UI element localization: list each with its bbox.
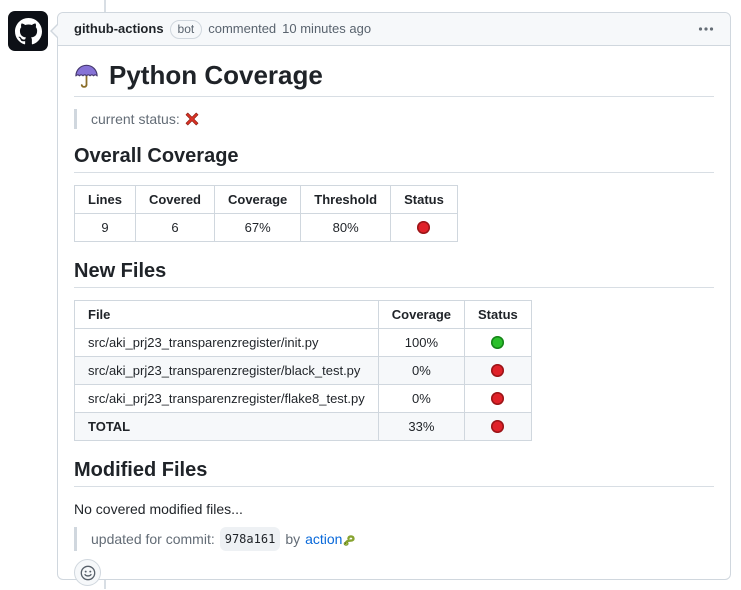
github-logo-icon bbox=[15, 18, 42, 45]
status-dot bbox=[417, 221, 430, 234]
by-label: by bbox=[285, 528, 300, 550]
timestamp-link[interactable]: 10 minutes ago bbox=[282, 20, 371, 38]
commit-note-quote: updated for commit: 978a161 by action bbox=[74, 527, 714, 551]
file-path: src/aki_prj23_transparenzregister/black_… bbox=[75, 357, 379, 385]
author-link[interactable]: github-actions bbox=[74, 20, 164, 38]
commit-sha-chip: 978a161 bbox=[220, 527, 281, 551]
column-header: Threshold bbox=[301, 186, 391, 214]
umbrella-icon bbox=[74, 63, 99, 88]
report-title-text: Python Coverage bbox=[109, 60, 323, 90]
current-status-quote: current status: bbox=[74, 109, 714, 129]
bot-badge: bot bbox=[170, 20, 203, 39]
table-row: src/aki_prj23_transparenzregister/init.p… bbox=[75, 329, 532, 357]
commented-label: commented bbox=[208, 20, 276, 38]
cross-mark-icon bbox=[185, 112, 199, 126]
comment-card: github-actions bot commented 10 minutes … bbox=[57, 12, 731, 580]
new-files-heading: New Files bbox=[74, 260, 714, 288]
table-row: src/aki_prj23_transparenzregister/black_… bbox=[75, 357, 532, 385]
kebab-icon bbox=[698, 21, 714, 37]
bot-avatar[interactable] bbox=[8, 11, 48, 51]
snake-icon bbox=[343, 531, 359, 547]
threshold-value: 80% bbox=[301, 214, 391, 242]
table-row: src/aki_prj23_transparenzregister/flake8… bbox=[75, 385, 532, 413]
column-header: Covered bbox=[135, 186, 214, 214]
table-row-total: TOTAL 33% bbox=[75, 413, 532, 441]
table-header-row: File Coverage Status bbox=[75, 301, 532, 329]
table-row: 9 6 67% 80% bbox=[75, 214, 458, 242]
status-dot bbox=[491, 336, 504, 349]
comment-options-button[interactable] bbox=[698, 19, 714, 39]
coverage-value: 0% bbox=[378, 385, 464, 413]
column-header: Coverage bbox=[215, 186, 301, 214]
table-header-row: Lines Covered Coverage Threshold Status bbox=[75, 186, 458, 214]
status-dot bbox=[491, 392, 504, 405]
file-path: src/aki_prj23_transparenzregister/init.p… bbox=[75, 329, 379, 357]
modified-files-heading: Modified Files bbox=[74, 459, 714, 487]
smiley-icon bbox=[80, 565, 96, 581]
column-header: Lines bbox=[75, 186, 136, 214]
column-header: File bbox=[75, 301, 379, 329]
lines-value: 9 bbox=[75, 214, 136, 242]
coverage-value: 33% bbox=[378, 413, 464, 441]
coverage-value: 67% bbox=[215, 214, 301, 242]
comment-body: Python Coverage current status: Overall … bbox=[58, 46, 730, 590]
reaction-row bbox=[74, 559, 714, 590]
coverage-value: 0% bbox=[378, 357, 464, 385]
overall-coverage-heading: Overall Coverage bbox=[74, 145, 714, 173]
covered-value: 6 bbox=[135, 214, 214, 242]
add-reaction-button[interactable] bbox=[74, 559, 101, 586]
overall-coverage-table: Lines Covered Coverage Threshold Status … bbox=[74, 185, 458, 242]
current-status-label: current status: bbox=[91, 109, 180, 129]
status-dot bbox=[491, 420, 504, 433]
status-dot bbox=[491, 364, 504, 377]
coverage-value: 100% bbox=[378, 329, 464, 357]
comment-header: github-actions bot commented 10 minutes … bbox=[58, 13, 730, 46]
updated-for-commit-label: updated for commit: bbox=[91, 528, 215, 550]
total-label: TOTAL bbox=[75, 413, 379, 441]
file-path: src/aki_prj23_transparenzregister/flake8… bbox=[75, 385, 379, 413]
column-header: Coverage bbox=[378, 301, 464, 329]
no-modified-files-text: No covered modified files... bbox=[74, 499, 714, 519]
new-files-table: File Coverage Status src/aki_prj23_trans… bbox=[74, 300, 532, 441]
action-link[interactable]: action bbox=[305, 528, 342, 550]
column-header: Status bbox=[391, 186, 458, 214]
report-title: Python Coverage bbox=[74, 60, 714, 97]
column-header: Status bbox=[465, 301, 532, 329]
